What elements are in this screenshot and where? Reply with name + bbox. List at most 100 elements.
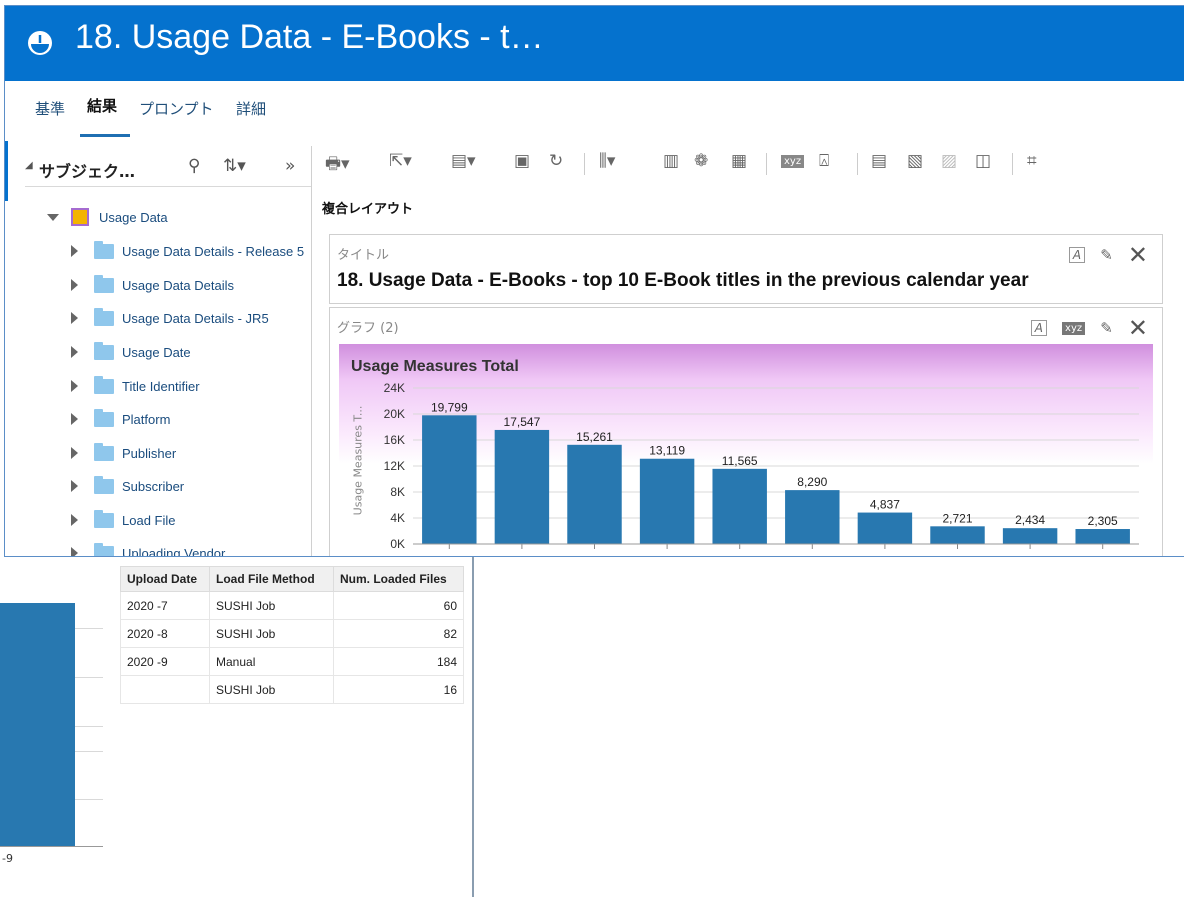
chart-bar: [1075, 529, 1130, 544]
format-view-icon[interactable]: A: [1068, 247, 1086, 263]
title-view-icon[interactable]: ⍓: [819, 151, 829, 171]
chart-plot: 0K 4K 8K 12K 16K 20K 24K 19,799 17,547 15,261 13,1…: [384, 381, 1139, 551]
tree-label: Usage Data Details - JR5: [122, 311, 269, 326]
folder-icon: [94, 476, 114, 494]
export-icon[interactable]: ⇱▾: [389, 151, 412, 171]
window-title: 18. Usage Data - E-Books - t…: [75, 18, 544, 56]
background-gridline: [75, 677, 103, 678]
toolbar-separator: [766, 153, 767, 175]
folder-icon: [94, 342, 114, 360]
edit-pencil-icon[interactable]: ✎: [1100, 319, 1113, 337]
chart-bar: [785, 490, 840, 544]
tree-label: Load File: [122, 513, 176, 528]
subject-panel-header: ◢ サブジェク… ⚲ ⇅▾ »: [25, 146, 311, 187]
format-view-icon[interactable]: A: [1030, 320, 1047, 336]
y-tick-label: 4K: [390, 511, 405, 525]
expand-arrow-icon[interactable]: [71, 279, 78, 291]
expand-arrow-icon[interactable]: [71, 514, 78, 526]
background-chart-bar: [0, 603, 75, 846]
tab-results[interactable]: 結果: [87, 95, 117, 116]
column-header[interactable]: Upload Date: [120, 566, 210, 592]
close-icon[interactable]: ✕: [1128, 314, 1148, 342]
delete-layout-icon[interactable]: ▨: [941, 151, 957, 171]
y-tick-label: 12K: [384, 459, 405, 473]
tab-prompts[interactable]: プロンプト: [139, 98, 214, 119]
folder-icon: [94, 443, 114, 461]
print-icon[interactable]: 🖶▾: [325, 151, 350, 180]
tree-label: Title Identifier: [122, 379, 200, 394]
graph-view-caption: グラフ (2): [337, 321, 399, 336]
table-cell: 2020 -7: [120, 591, 210, 620]
tree-label: Usage Data: [99, 210, 168, 225]
sort-icon[interactable]: ⇅▾: [223, 156, 246, 176]
format-icon[interactable]: ▤▾: [451, 151, 476, 171]
expand-arrow-icon[interactable]: [71, 380, 78, 392]
tree-label: Usage Date: [122, 345, 191, 360]
selection-steps-icon[interactable]: ❁: [694, 151, 708, 171]
tree-label: Usage Data Details: [122, 278, 234, 293]
data-label: 2,305: [1088, 514, 1118, 528]
background-x-axis: [0, 846, 103, 847]
expanded-arrow-icon[interactable]: [47, 214, 59, 221]
duplicate-layout-icon[interactable]: ▧: [907, 151, 923, 171]
edit-properties-icon[interactable]: ⌗: [1027, 151, 1037, 171]
data-label: 15,261: [576, 430, 613, 444]
folder-icon: [94, 241, 114, 259]
table-view-icon[interactable]: ▦: [731, 151, 747, 171]
table-cell: 2020 -8: [120, 619, 210, 648]
column-header[interactable]: Load File Method: [209, 566, 334, 592]
expand-arrow-icon[interactable]: [71, 312, 78, 324]
y-tick-label: 20K: [384, 407, 405, 421]
new-view-icon[interactable]: ⫼▾: [599, 151, 615, 171]
column-properties-icon[interactable]: xyz: [781, 155, 805, 168]
new-layout-icon[interactable]: ▤: [871, 151, 887, 171]
chart-bar: [930, 526, 985, 544]
column-properties-icon[interactable]: xyz: [1062, 321, 1086, 335]
table-header-row: Upload Date Load File Method Num. Loaded…: [120, 566, 464, 592]
expand-arrow-icon[interactable]: [71, 447, 78, 459]
preview-icon[interactable]: ▣: [514, 151, 530, 171]
tree-label: Publisher: [122, 446, 177, 461]
search-icon[interactable]: ⚲: [188, 156, 200, 176]
tree-label: Platform: [122, 412, 171, 427]
tab-advanced[interactable]: 詳細: [236, 98, 266, 119]
expand-arrow-icon[interactable]: [71, 346, 78, 358]
collapse-panel-icon[interactable]: »: [285, 156, 295, 176]
expand-arrow-icon[interactable]: [71, 480, 78, 492]
layout-columns-icon[interactable]: ◫: [975, 151, 991, 171]
subject-areas-panel: ◢ サブジェク… ⚲ ⇅▾ » Usage Data Usage Data De…: [25, 146, 312, 556]
table-cell: 184: [333, 647, 464, 676]
add-view-icon[interactable]: ▥: [663, 151, 679, 171]
expand-arrow-icon[interactable]: [71, 245, 78, 257]
loaded-files-table: Upload Date Load File Method Num. Loaded…: [120, 566, 464, 704]
y-tick-label: 0K: [390, 537, 405, 551]
folder-icon: [94, 376, 114, 394]
title-view: タイトル 18. Usage Data - E-Books - top 10 E…: [329, 234, 1163, 304]
results-toolbar: 🖶▾ ⇱▾ ▤▾ ▣ ↻ ⫼▾ ▥ ❁ ▦ xyz ⍓ ▤ ▧ ▨ ◫ ⌗: [319, 151, 1179, 181]
edit-pencil-icon[interactable]: ✎: [1100, 246, 1113, 264]
y-tick-label: 16K: [384, 433, 405, 447]
collapse-triangle-icon[interactable]: ◢: [25, 160, 33, 171]
folder-icon: [94, 543, 114, 556]
title-bar: 18. Usage Data - E-Books - t…: [5, 6, 1184, 81]
table-cell: 82: [333, 619, 464, 648]
close-icon[interactable]: ✕: [1128, 241, 1148, 269]
tab-criteria[interactable]: 基準: [35, 98, 65, 119]
analysis-icon: [28, 31, 52, 55]
data-label: 2,721: [942, 511, 972, 525]
refresh-icon[interactable]: ↻: [549, 151, 563, 171]
table-cell: 2020 -9: [120, 647, 210, 676]
table-cell: [120, 675, 210, 704]
chart-bar: [639, 458, 695, 544]
table-cell: SUSHI Job: [209, 619, 334, 648]
background-gridline: [75, 726, 103, 727]
background-gridline: [75, 751, 103, 752]
toolbar-separator: [857, 153, 858, 175]
chart-bar: [1002, 528, 1058, 544]
folder-icon: [94, 510, 114, 528]
expand-arrow-icon[interactable]: [71, 547, 78, 556]
expand-arrow-icon[interactable]: [71, 413, 78, 425]
active-tab-indicator: [80, 134, 130, 137]
tree-label: Uploading Vendor: [122, 546, 226, 557]
column-header[interactable]: Num. Loaded Files: [333, 566, 464, 592]
